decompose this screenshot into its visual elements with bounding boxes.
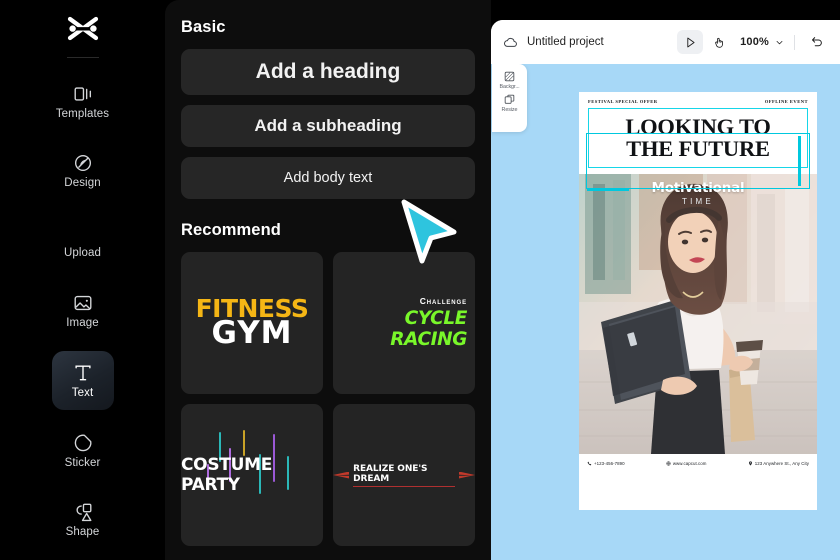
resize-icon: [503, 93, 516, 106]
resize-button[interactable]: Resize: [502, 93, 518, 113]
background-button[interactable]: Backgr...: [499, 70, 520, 90]
poster-photo[interactable]: Motivational TIME: [579, 174, 817, 455]
sidebar-item-design[interactable]: Design: [52, 141, 114, 201]
editor-tools: 100%: [677, 30, 830, 54]
sidebar-label: Upload: [63, 247, 102, 260]
text-panel: Basic Add a heading Add a subheading Add…: [165, 0, 491, 560]
upload-icon: [72, 222, 94, 244]
sidebar-item-templates[interactable]: Templates: [52, 72, 114, 132]
footer-website: www.capcut.com: [666, 461, 707, 466]
editor-topbar: Untitled project 100%: [491, 20, 840, 64]
photo-illustration: [579, 174, 817, 455]
recommend-section-title: Recommend: [181, 221, 281, 239]
recommend-grid: FITNESS GYM Challenge CYCLE RACING COSTU…: [181, 252, 475, 546]
left-sidebar: Templates Design Upload Image Text Stick…: [0, 0, 165, 560]
poster-title-line-1: LOOKING TO: [625, 114, 771, 139]
sidebar-label: Text: [71, 386, 94, 399]
template-card-costume-party[interactable]: COSTUME PARTY: [181, 404, 323, 546]
card-content: REALIZE ONE'S DREAM: [333, 464, 475, 487]
app-root: Templates Design Upload Image Text Stick…: [0, 0, 840, 560]
sidebar-item-shape[interactable]: Shape: [52, 490, 114, 550]
card-content: FITNESS GYM: [196, 296, 309, 352]
selection-handle-bottom[interactable]: [587, 188, 629, 191]
capcut-logo[interactable]: [59, 10, 107, 49]
template-card-fitness-gym[interactable]: FITNESS GYM: [181, 252, 323, 394]
basic-section-title: Basic: [181, 18, 226, 36]
sticker-icon: [72, 432, 94, 454]
design-icon: [72, 152, 94, 174]
sidebar-label: Image: [66, 317, 99, 330]
sidebar-item-text[interactable]: Text: [51, 350, 114, 411]
template-card-cycle-racing[interactable]: Challenge CYCLE RACING: [333, 252, 475, 394]
card-line-2: CYCLE RACING: [390, 308, 467, 350]
zoom-level[interactable]: 100%: [740, 36, 769, 48]
location-icon: [748, 461, 752, 466]
card-line-2: COSTUME PARTY: [181, 455, 273, 495]
poster-header-left: FESTIVAL SPECIAL OFFER: [588, 99, 658, 104]
poster-header: FESTIVAL SPECIAL OFFER OFFLINE EVENT: [579, 92, 817, 107]
sidebar-divider: [66, 56, 99, 58]
poster-footer: +123-456-7890 www.capcut.com 123 Anywher…: [579, 454, 817, 466]
cloud-icon: [503, 35, 518, 50]
poster-title-line-2: THE FUTURE: [626, 135, 770, 161]
poster-header-right: OFFLINE EVENT: [764, 99, 808, 104]
sidebar-item-sticker[interactable]: Sticker: [52, 420, 114, 480]
sidebar-item-image[interactable]: Image: [52, 281, 114, 341]
footer-text: +123-456-7890: [594, 461, 625, 467]
text-icon: [72, 362, 94, 384]
sidebar-label: Design: [64, 177, 101, 190]
sidebar-item-upload[interactable]: Upload: [52, 211, 114, 271]
sidebar-label: Templates: [55, 107, 110, 120]
poster-photo-caption: Motivational TIME: [579, 180, 817, 206]
card-line-2: REALIZE ONE'S DREAM: [353, 464, 455, 487]
add-heading-button[interactable]: Add a heading: [181, 49, 475, 95]
image-icon: [72, 292, 94, 314]
canvas-mini-toolbar: Backgr... Resize: [492, 64, 527, 132]
editor-window: Untitled project 100% Backgr... Resize F…: [491, 20, 840, 560]
sidebar-label: Sticker: [64, 456, 101, 469]
chevron-down-icon[interactable]: [774, 37, 785, 48]
wing-right-icon: [458, 471, 475, 479]
hand-tool[interactable]: [706, 30, 732, 54]
poster-design[interactable]: FESTIVAL SPECIAL OFFER OFFLINE EVENT LOO…: [579, 92, 817, 510]
editor-canvas-stage[interactable]: Backgr... Resize FESTIVAL SPECIAL OFFER: [491, 64, 840, 560]
footer-text: 123 Anywhere St., Any City: [754, 461, 809, 467]
templates-icon: [72, 83, 94, 105]
project-name[interactable]: Untitled project: [527, 36, 604, 48]
select-tool[interactable]: [677, 30, 704, 54]
background-icon: [503, 70, 516, 83]
poster-title-textbox[interactable]: LOOKING TO THE FUTURE: [588, 108, 808, 169]
card-line-1: Challenge: [419, 296, 467, 306]
undo-button[interactable]: [804, 30, 830, 54]
wing-left-icon: [333, 471, 350, 479]
footer-address: 123 Anywhere St., Any City: [748, 461, 809, 466]
card-line-2: GYM: [211, 315, 293, 352]
photo-subcaption: TIME: [682, 197, 714, 207]
card-content: Challenge CYCLE RACING: [333, 296, 475, 350]
footer-phone: +123-456-7890: [587, 461, 625, 466]
confetti-bar: [243, 430, 245, 456]
footer-text: www.capcut.com: [672, 461, 707, 467]
mini-label: Resize: [501, 107, 518, 113]
mini-label: Backgr...: [499, 84, 520, 90]
selection-handle-right[interactable]: [798, 136, 801, 186]
template-card-realize-dream[interactable]: REALIZE ONE'S DREAM: [333, 404, 475, 546]
sidebar-label: Shape: [65, 526, 100, 539]
globe-icon: [666, 461, 671, 466]
add-body-text-button[interactable]: Add body text: [181, 157, 475, 199]
add-subheading-button[interactable]: Add a subheading: [181, 105, 475, 147]
phone-icon: [587, 461, 592, 466]
toolbar-divider: [794, 34, 795, 50]
shape-icon: [72, 501, 94, 523]
